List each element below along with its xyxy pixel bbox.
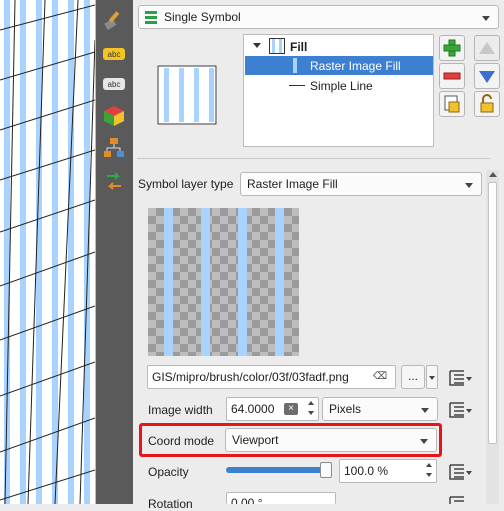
renderer-label: Single Symbol	[164, 10, 241, 24]
chevron-down-icon	[482, 16, 490, 21]
chevron-down-icon	[429, 376, 435, 380]
data-defined-icon	[449, 370, 472, 386]
raster-image-preview	[148, 208, 299, 356]
minus-icon	[443, 72, 461, 80]
rotation-value: 0.00 °	[231, 496, 263, 504]
image-path-field[interactable]: GIS/mipro/brush/color/03f/03fadf.png ⌫	[147, 365, 396, 389]
spin-up-icon[interactable]	[426, 463, 432, 467]
spin-down-icon[interactable]	[308, 411, 314, 415]
image-width-unit-value: Pixels	[329, 402, 362, 416]
style-dock-toolbar: abc abc	[96, 0, 133, 504]
spin-up-icon[interactable]	[308, 401, 314, 405]
svg-text:abc: abc	[108, 50, 121, 59]
opacity-label: Opacity	[148, 465, 189, 479]
opacity-spinbox[interactable]: 100.0 %	[339, 459, 437, 483]
symbol-preview	[157, 65, 217, 125]
coord-mode-combo[interactable]: Viewport	[225, 428, 437, 452]
duplicate-layer-button[interactable]	[439, 91, 465, 117]
clear-icon[interactable]: ⌫	[373, 371, 387, 383]
map-canvas[interactable]	[0, 0, 96, 504]
symbol-layer-type-combo[interactable]: Raster Image Fill	[240, 172, 482, 196]
tree-item-fill[interactable]: Fill	[244, 37, 433, 55]
scroll-up-icon[interactable]	[489, 172, 497, 177]
paintbrush-icon[interactable]	[102, 8, 126, 32]
data-defined-override-button[interactable]	[446, 399, 474, 421]
spin-down-icon[interactable]	[426, 473, 432, 477]
add-layer-button[interactable]	[439, 35, 465, 61]
panel-divider	[137, 158, 490, 159]
clear-icon[interactable]: ×	[284, 403, 298, 415]
raster-fill-icon	[293, 58, 297, 73]
image-width-value: 64.0000	[231, 402, 275, 416]
browse-button[interactable]: ...	[401, 365, 425, 389]
coord-mode-label: Coord mode	[148, 434, 215, 448]
coord-mode-value: Viewport	[232, 433, 279, 447]
renderer-combo[interactable]: Single Symbol	[138, 5, 499, 29]
tree-item-label: Raster Image Fill	[310, 59, 401, 73]
data-defined-override-button[interactable]	[446, 461, 474, 483]
duplicate-icon	[444, 95, 460, 113]
opacity-slider-track[interactable]	[226, 467, 330, 473]
data-defined-icon	[449, 496, 464, 504]
plus-icon	[443, 39, 461, 57]
arrow-up-icon	[479, 42, 495, 54]
line-symbol-icon	[289, 85, 305, 86]
lock-icon	[480, 94, 494, 113]
diagram-icon[interactable]	[102, 136, 126, 160]
expand-arrow-icon[interactable]	[253, 43, 261, 48]
rotation-label: Rotation	[148, 497, 193, 511]
image-path-value: GIS/mipro/brush/color/03f/03fadf.png	[152, 370, 349, 384]
image-width-spinbox[interactable]: 64.0000 ×	[226, 397, 319, 421]
data-defined-icon	[449, 464, 472, 480]
single-symbol-icon	[145, 11, 157, 28]
3d-cube-icon[interactable]	[102, 104, 126, 128]
symbol-layer-type-value: Raster Image Fill	[247, 177, 338, 191]
tree-item-simple-line[interactable]: Simple Line	[245, 76, 433, 95]
labels-icon[interactable]: abc	[102, 42, 126, 66]
rotation-spinbox[interactable]: 0.00 °	[226, 492, 336, 504]
data-defined-icon	[449, 402, 472, 418]
chevron-down-icon	[421, 408, 429, 413]
tree-item-label: Fill	[290, 40, 308, 54]
chevron-down-icon	[420, 439, 428, 444]
opacity-slider-handle[interactable]	[320, 462, 332, 478]
symbol-layer-tree[interactable]: Fill Raster Image Fill Simple Line	[243, 34, 434, 147]
remove-layer-button[interactable]	[439, 63, 465, 89]
move-up-button[interactable]	[474, 35, 500, 61]
browse-menu-button[interactable]	[426, 365, 438, 389]
symbol-layer-type-label: Symbol layer type	[138, 177, 234, 191]
data-defined-override-button[interactable]	[446, 493, 474, 504]
scrollbar-thumb[interactable]	[488, 182, 497, 444]
fill-symbol-icon	[269, 38, 285, 57]
arrow-down-icon	[479, 71, 495, 83]
lock-layer-button[interactable]	[474, 91, 500, 117]
opacity-value: 100.0 %	[344, 464, 389, 478]
text-labels-icon[interactable]: abc	[102, 72, 126, 96]
browse-label: ...	[407, 369, 418, 383]
image-width-unit-combo[interactable]: Pixels	[322, 397, 438, 421]
svg-text:abc: abc	[108, 80, 121, 89]
move-down-button[interactable]	[474, 63, 500, 89]
data-defined-override-button[interactable]	[446, 367, 474, 389]
properties-scrollbar[interactable]	[486, 170, 499, 504]
chevron-down-icon	[465, 183, 473, 188]
map-preview-graphic	[0, 0, 95, 504]
tree-item-label: Simple Line	[310, 79, 373, 93]
rendering-order-icon[interactable]	[102, 170, 126, 194]
tree-item-raster-image-fill[interactable]: Raster Image Fill	[245, 56, 433, 75]
image-width-label: Image width	[148, 403, 213, 417]
